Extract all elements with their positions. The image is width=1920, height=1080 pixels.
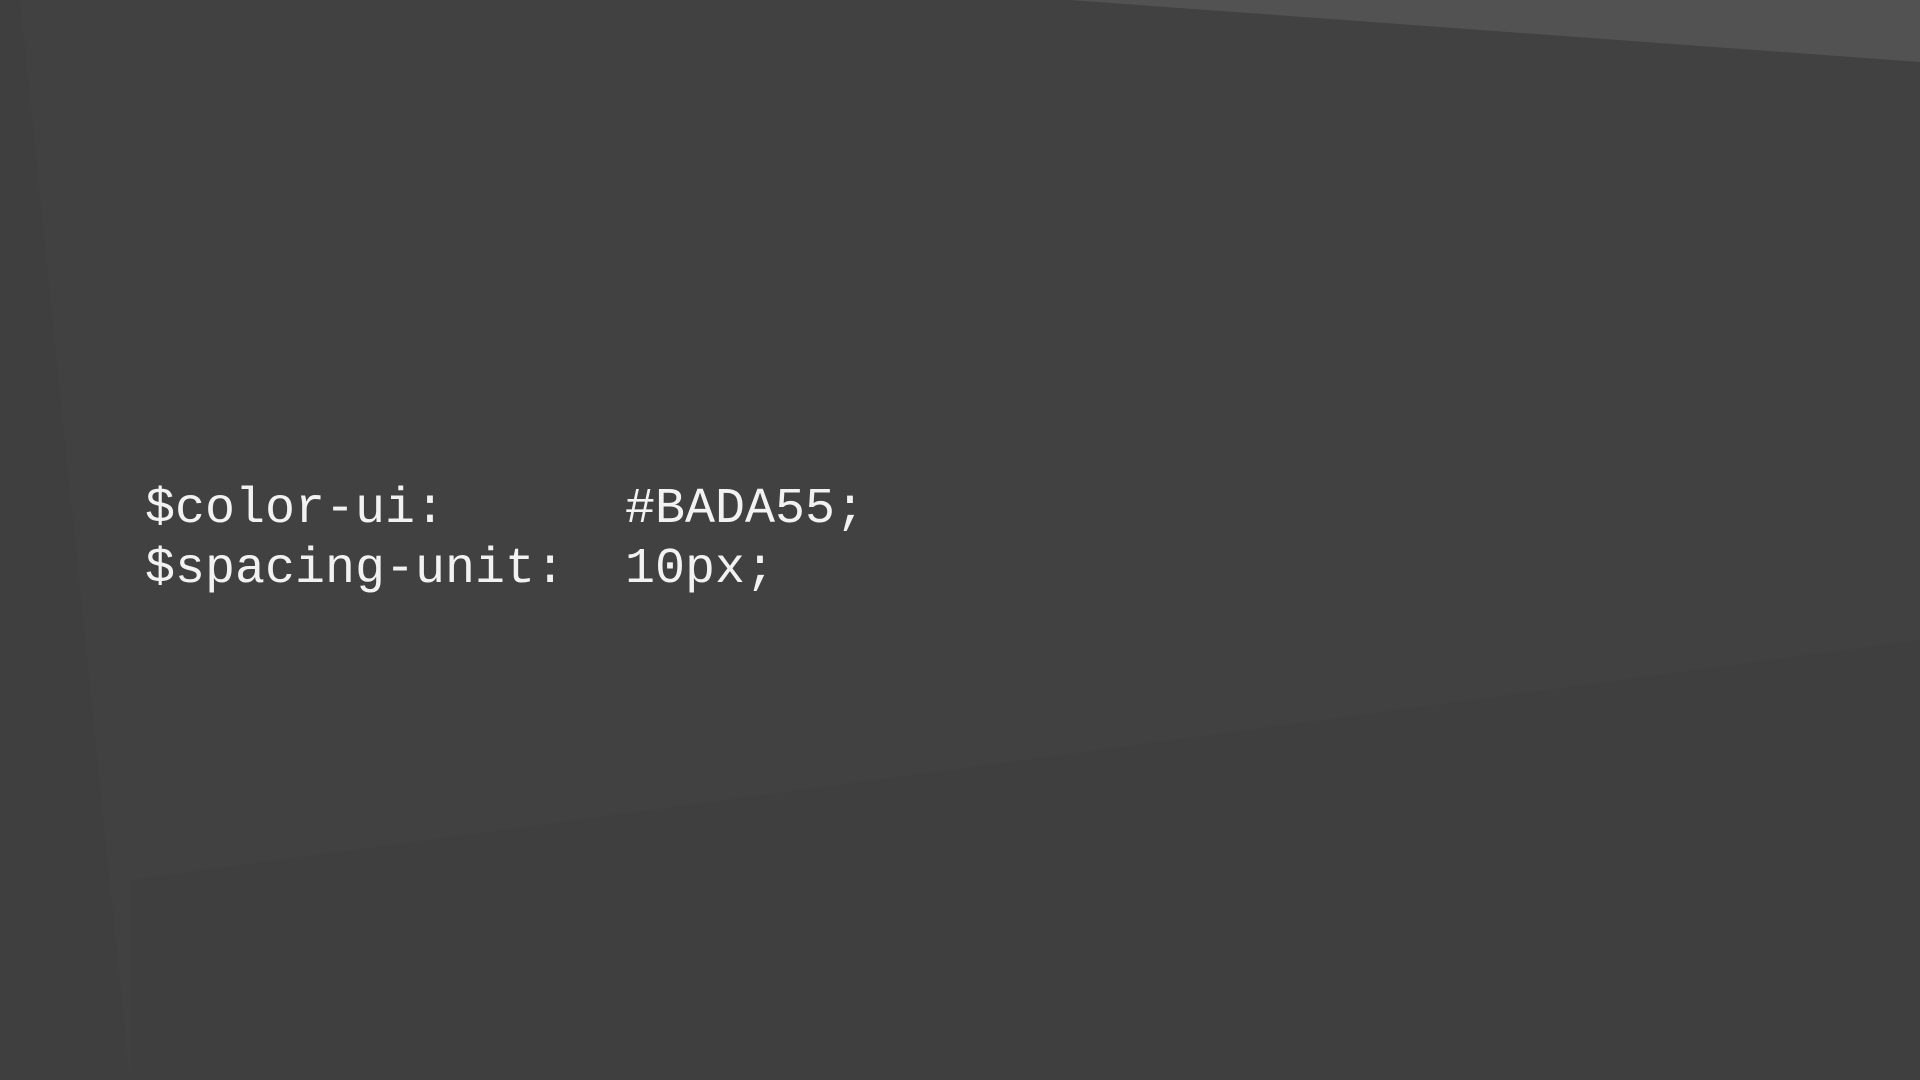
variable-value: #BADA55; [625, 481, 866, 538]
left-shade-shape [0, 0, 130, 1080]
variable-value: 10px; [625, 541, 776, 598]
top-right-highlight-shape [1070, 0, 1920, 62]
bottom-shade-shape [130, 640, 1920, 1080]
variable-name: $color-ui: [145, 481, 446, 538]
code-line: $color-ui: #BADA55; [145, 480, 865, 540]
code-snippet: $color-ui: #BADA55; $spacing-unit: 10px; [145, 480, 865, 600]
code-line: $spacing-unit: 10px; [145, 540, 865, 600]
variable-name: $spacing-unit: [145, 541, 566, 598]
